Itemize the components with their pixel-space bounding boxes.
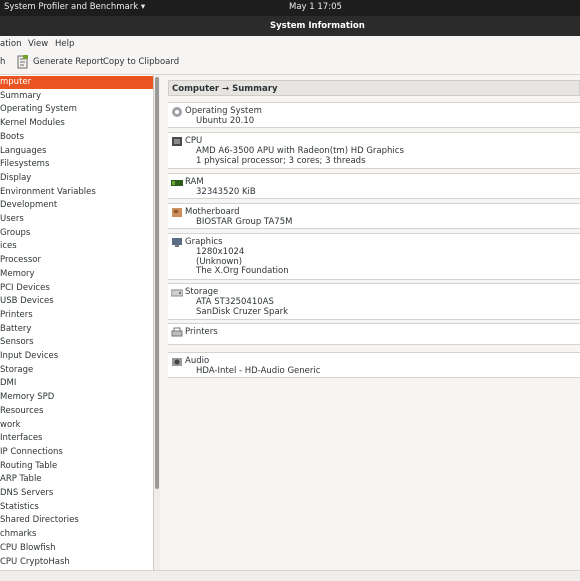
details-panel: Computer → Summary Operating System Ubunt… <box>162 75 580 570</box>
sidebar-item[interactable]: DMI <box>0 377 153 390</box>
sidebar-item[interactable]: PCI Devices <box>0 282 153 295</box>
sidebar-item[interactable]: Filesystems <box>0 158 153 171</box>
section-value: AMD A6-3500 APU with Radeon(tm) HD Graph… <box>196 146 404 156</box>
section-value: 32343520 KiB <box>196 187 256 197</box>
menu-information[interactable]: ation <box>0 39 22 49</box>
sidebar-item[interactable]: Printers <box>0 309 153 322</box>
top-panel: System Profiler and Benchmark ▾ May 1 17… <box>0 0 580 16</box>
generate-report-button[interactable]: Generate Report <box>33 57 104 67</box>
menu-view[interactable]: View <box>28 39 48 49</box>
summary-section: Graphics 1280x1024 (Unknown) The X.Org Foun… <box>168 233 580 280</box>
sidebar-item[interactable]: IP Connections <box>0 446 153 459</box>
section-title: Audio <box>185 356 210 366</box>
section-value: HDA-Intel - HD-Audio Generic <box>196 366 321 376</box>
sidebar-item[interactable]: Interfaces <box>0 432 153 445</box>
summary-section: Audio HDA-Intel - HD-Audio Generic <box>168 352 580 378</box>
section-value: The X.Org Foundation <box>196 266 289 276</box>
summary-section: Operating System Ubuntu 20.10 <box>168 102 580 128</box>
section-title: Operating System <box>185 106 262 116</box>
sidebar-item[interactable]: Kernel Modules <box>0 117 153 130</box>
sidebar-item[interactable]: Users <box>0 213 153 226</box>
sidebar-item[interactable]: Battery <box>0 323 153 336</box>
summary-section: Printers <box>168 323 580 345</box>
sidebar-item[interactable]: Shared Directories <box>0 514 153 527</box>
ram-icon <box>171 180 183 186</box>
sidebar-item[interactable]: work <box>0 419 153 432</box>
window-title: System Information <box>270 21 365 31</box>
sidebar-item[interactable]: Resources <box>0 405 153 418</box>
sidebar-item[interactable]: Environment Variables <box>0 186 153 199</box>
sidebar-item[interactable]: Development <box>0 199 153 212</box>
clock[interactable]: May 1 17:05 <box>289 2 342 12</box>
printer-icon <box>171 327 183 337</box>
sidebar-item[interactable]: Storage <box>0 364 153 377</box>
sidebar-item[interactable]: Display <box>0 172 153 185</box>
operating-system-icon <box>172 107 182 117</box>
section-title: Storage <box>185 287 219 297</box>
app-menu[interactable]: System Profiler and Benchmark ▾ <box>4 2 145 12</box>
sidebar-item[interactable]: Sensors <box>0 336 153 349</box>
sidebar-item[interactable]: Summary <box>0 90 153 103</box>
section-value: Ubuntu 20.10 <box>196 116 255 126</box>
sidebar-item[interactable]: Processor <box>0 254 153 267</box>
sidebar-tree: mputer Summary Operating System Kernel Modu… <box>0 75 154 570</box>
toolbar: h Generate Report Copy to Clipboard <box>0 52 580 75</box>
scrollbar-thumb[interactable] <box>155 77 159 489</box>
section-title: CPU <box>185 136 203 146</box>
section-value: ATA ST3250410AS <box>196 297 274 307</box>
graphics-icon <box>172 238 182 247</box>
section-title: RAM <box>185 177 204 187</box>
section-title: Printers <box>185 327 218 337</box>
sidebar-item[interactable]: chmarks <box>0 528 153 541</box>
audio-icon <box>172 358 182 366</box>
copy-clipboard-button[interactable]: Copy to Clipboard <box>103 57 179 67</box>
menubar: ation View Help <box>0 36 580 52</box>
sidebar-item[interactable]: Statistics <box>0 501 153 514</box>
summary-section: RAM 32343520 KiB <box>168 173 580 199</box>
sidebar-item[interactable]: ices <box>0 240 153 253</box>
sidebar-item[interactable]: Memory <box>0 268 153 281</box>
storage-icon <box>171 289 183 297</box>
sidebar-item[interactable]: ARP Table <box>0 473 153 486</box>
menu-help[interactable]: Help <box>55 39 74 49</box>
sidebar-item[interactable]: Groups <box>0 227 153 240</box>
sidebar-item[interactable]: Memory SPD <box>0 391 153 404</box>
sidebar-scrollbar[interactable] <box>154 75 160 570</box>
breadcrumb: Computer → Summary <box>168 80 580 96</box>
section-value: BIOSTAR Group TA75M <box>196 217 293 227</box>
motherboard-icon <box>172 208 182 217</box>
section-value: 1 physical processor; 3 cores; 3 threads <box>196 155 366 166</box>
window-titlebar[interactable]: System Information <box>0 16 580 36</box>
sidebar-item[interactable]: CPU CryptoHash <box>0 556 153 569</box>
report-icon[interactable] <box>17 55 29 69</box>
refresh-button[interactable]: h <box>0 57 5 67</box>
sidebar-item[interactable]: Languages <box>0 145 153 158</box>
sidebar-item[interactable]: Boots <box>0 131 153 144</box>
summary-section: Storage ATA ST3250410AS SanDisk Cruzer Spa… <box>168 283 580 320</box>
sidebar-item[interactable]: USB Devices <box>0 295 153 308</box>
summary-section: CPU AMD A6-3500 APU with Radeon(tm) HD Gr… <box>168 132 580 169</box>
status-strip <box>0 570 580 581</box>
section-value: (Unknown) <box>196 256 243 267</box>
section-value: 1280x1024 <box>196 247 245 257</box>
cpu-icon <box>172 137 182 146</box>
summary-section: Motherboard BIOSTAR Group TA75M <box>168 203 580 229</box>
section-value: SanDisk Cruzer Spark <box>196 306 289 317</box>
sidebar-item[interactable]: Input Devices <box>0 350 153 363</box>
sidebar-item[interactable]: Routing Table <box>0 460 153 473</box>
sidebar-item[interactable]: DNS Servers <box>0 487 153 500</box>
section-title: Graphics <box>185 237 223 247</box>
sidebar-item[interactable]: Operating System <box>0 103 153 116</box>
section-title: Motherboard <box>185 207 240 217</box>
sidebar-item[interactable]: mputer <box>0 76 153 89</box>
sidebar-item[interactable]: CPU Blowfish <box>0 542 153 555</box>
